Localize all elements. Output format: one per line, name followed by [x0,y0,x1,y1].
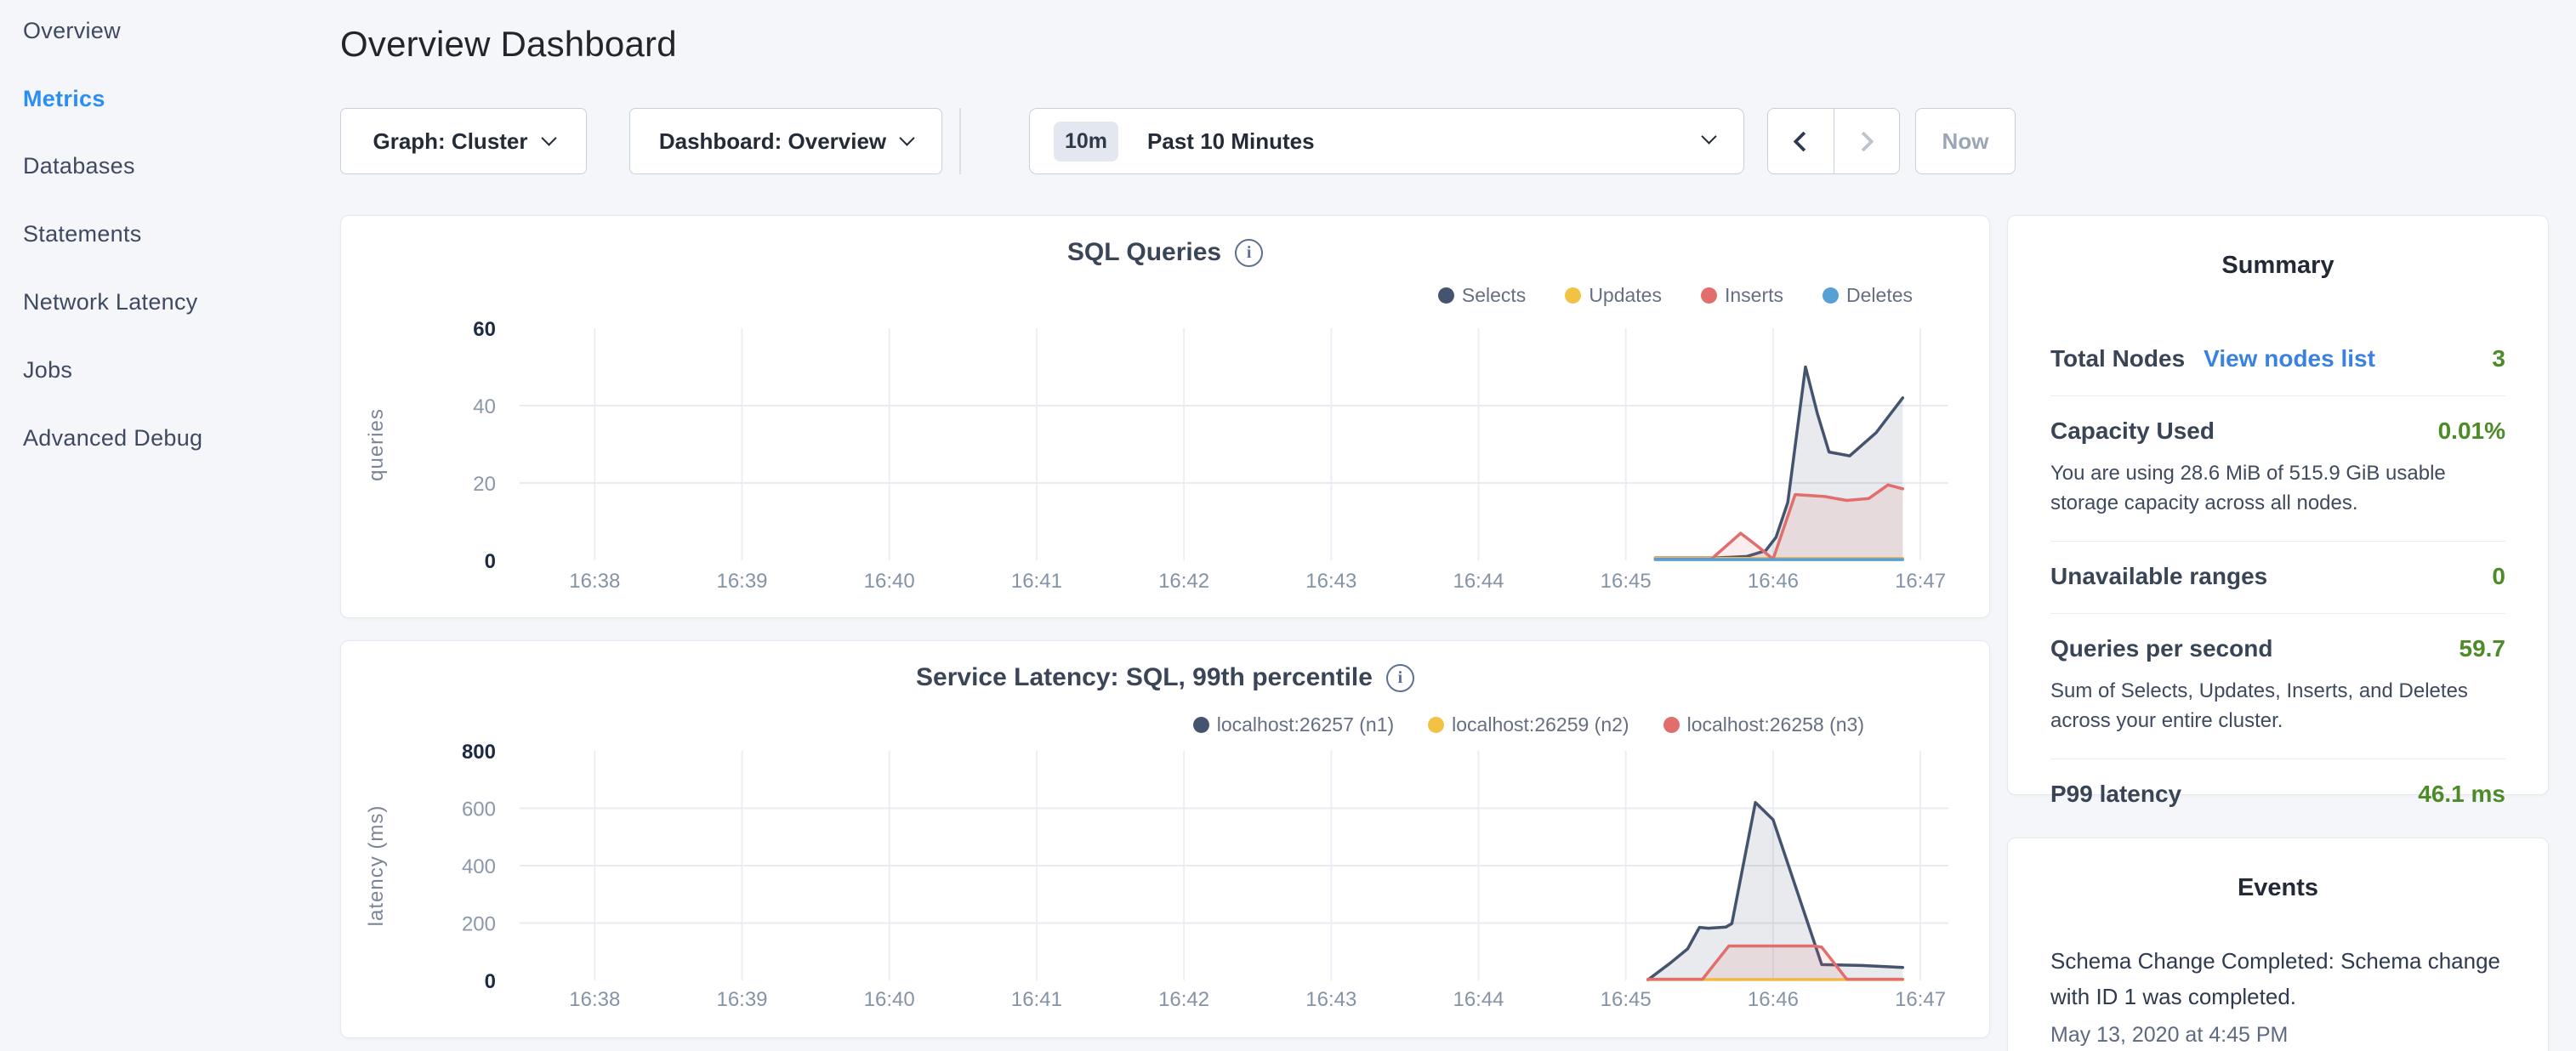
sql-queries-chart: 16:38 16:39 16:40 16:41 16:42 16:43 16:44 16:45… [341,216,1991,619]
svg-text:16:44: 16:44 [1453,570,1504,593]
sidebar-item-databases[interactable]: Databases [23,153,135,179]
svg-text:40: 40 [473,395,496,418]
sidebar-item-network-latency[interactable]: Network Latency [23,289,198,315]
svg-text:16:43: 16:43 [1305,988,1356,1011]
chevron-right-icon [1854,131,1874,151]
svg-text:16:41: 16:41 [1011,570,1062,593]
svg-text:16:38: 16:38 [569,570,620,593]
graph-dropdown-label: Graph: Cluster [372,128,527,155]
summary-row-p99-latency: P99 latency 46.1 ms [2050,759,2505,831]
time-range-dropdown[interactable]: 10m Past 10 Minutes [1029,108,1744,174]
svg-text:16:45: 16:45 [1601,988,1652,1011]
svg-text:queries: queries [365,408,388,481]
event-message: Schema Change Completed: Schema change w… [2050,943,2505,1014]
svg-text:0: 0 [485,970,496,993]
svg-text:16:42: 16:42 [1158,988,1209,1011]
page-title: Overview Dashboard [340,24,677,65]
svg-text:16:46: 16:46 [1748,988,1799,1011]
svg-text:16:40: 16:40 [864,988,915,1011]
events-panel: Events Schema Change Completed: Schema c… [2007,838,2549,1051]
svg-text:600: 600 [462,798,496,821]
sidebar-item-advanced-debug[interactable]: Advanced Debug [23,425,202,452]
view-nodes-list-link[interactable]: View nodes list [2204,345,2375,372]
toolbar-divider [959,108,961,174]
svg-text:16:40: 16:40 [864,570,915,593]
chevron-down-icon [541,130,556,145]
summary-row-queries-per-second: Queries per second 59.7 Sum of Selects, … [2050,614,2505,759]
chevron-left-icon [1793,131,1813,151]
svg-text:16:41: 16:41 [1011,988,1062,1011]
svg-text:16:45: 16:45 [1601,570,1652,593]
event-item[interactable]: Schema Change Completed: Schema change w… [2050,943,2505,1048]
time-range-label: Past 10 Minutes [1147,128,1315,155]
chevron-down-icon [899,130,914,145]
svg-text:16:39: 16:39 [716,570,767,593]
time-prev-button[interactable] [1768,109,1834,173]
svg-text:latency (ms): latency (ms) [365,805,388,927]
events-title: Events [2008,874,2548,902]
sidebar: Overview Metrics Databases Statements Ne… [0,0,336,1051]
p99-latency-value: 46.1 ms [2418,781,2505,808]
svg-text:16:43: 16:43 [1305,570,1356,593]
time-next-button[interactable] [1834,109,1900,173]
service-latency-chart-panel: Service Latency: SQL, 99th percentile i … [340,640,1990,1038]
unavailable-ranges-value: 0 [2492,563,2505,590]
chevron-down-icon [1701,128,1716,144]
sidebar-item-jobs[interactable]: Jobs [23,357,72,383]
svg-text:16:47: 16:47 [1895,570,1946,593]
time-step-group [1767,108,1900,174]
time-range-badge: 10m [1054,122,1118,162]
summary-row-capacity-used: Capacity Used 0.01% You are using 28.6 M… [2050,396,2505,542]
sql-queries-chart-panel: SQL Queries i Selects Updates Inserts De… [340,215,1990,618]
total-nodes-value: 3 [2492,345,2505,372]
capacity-used-value: 0.01% [2438,418,2505,445]
svg-text:60: 60 [473,318,496,341]
event-timestamp: May 13, 2020 at 4:45 PM [2050,1023,2505,1048]
svg-text:0: 0 [485,550,496,573]
sidebar-item-overview[interactable]: Overview [23,18,121,44]
sidebar-item-metrics[interactable]: Metrics [23,86,105,112]
graph-dropdown[interactable]: Graph: Cluster [340,108,587,174]
summary-row-total-nodes: Total Nodes View nodes list 3 [2050,324,2505,396]
capacity-used-desc: You are using 28.6 MiB of 515.9 GiB usab… [2050,458,2505,518]
svg-text:200: 200 [462,913,496,936]
svg-text:800: 800 [462,741,496,764]
svg-text:400: 400 [462,855,496,878]
now-button[interactable]: Now [1915,108,2016,174]
svg-text:16:39: 16:39 [716,988,767,1011]
svg-text:16:42: 16:42 [1158,570,1209,593]
dashboard-dropdown-label: Dashboard: Overview [659,128,886,155]
service-latency-chart: 16:38 16:39 16:40 16:41 16:42 16:43 16:44 16:45… [341,641,1991,1039]
svg-text:16:46: 16:46 [1748,570,1799,593]
summary-panel: Summary Total Nodes View nodes list 3 Ca… [2007,215,2549,795]
summary-title: Summary [2008,252,2548,280]
svg-text:16:38: 16:38 [569,988,620,1011]
dashboard-dropdown[interactable]: Dashboard: Overview [629,108,942,174]
queries-per-second-value: 59.7 [2459,635,2506,662]
svg-text:16:47: 16:47 [1895,988,1946,1011]
queries-per-second-desc: Sum of Selects, Updates, Inserts, and De… [2050,676,2505,736]
summary-row-unavailable-ranges: Unavailable ranges 0 [2050,542,2505,614]
svg-text:16:44: 16:44 [1453,988,1504,1011]
svg-text:20: 20 [473,473,496,496]
sidebar-item-statements[interactable]: Statements [23,221,142,247]
